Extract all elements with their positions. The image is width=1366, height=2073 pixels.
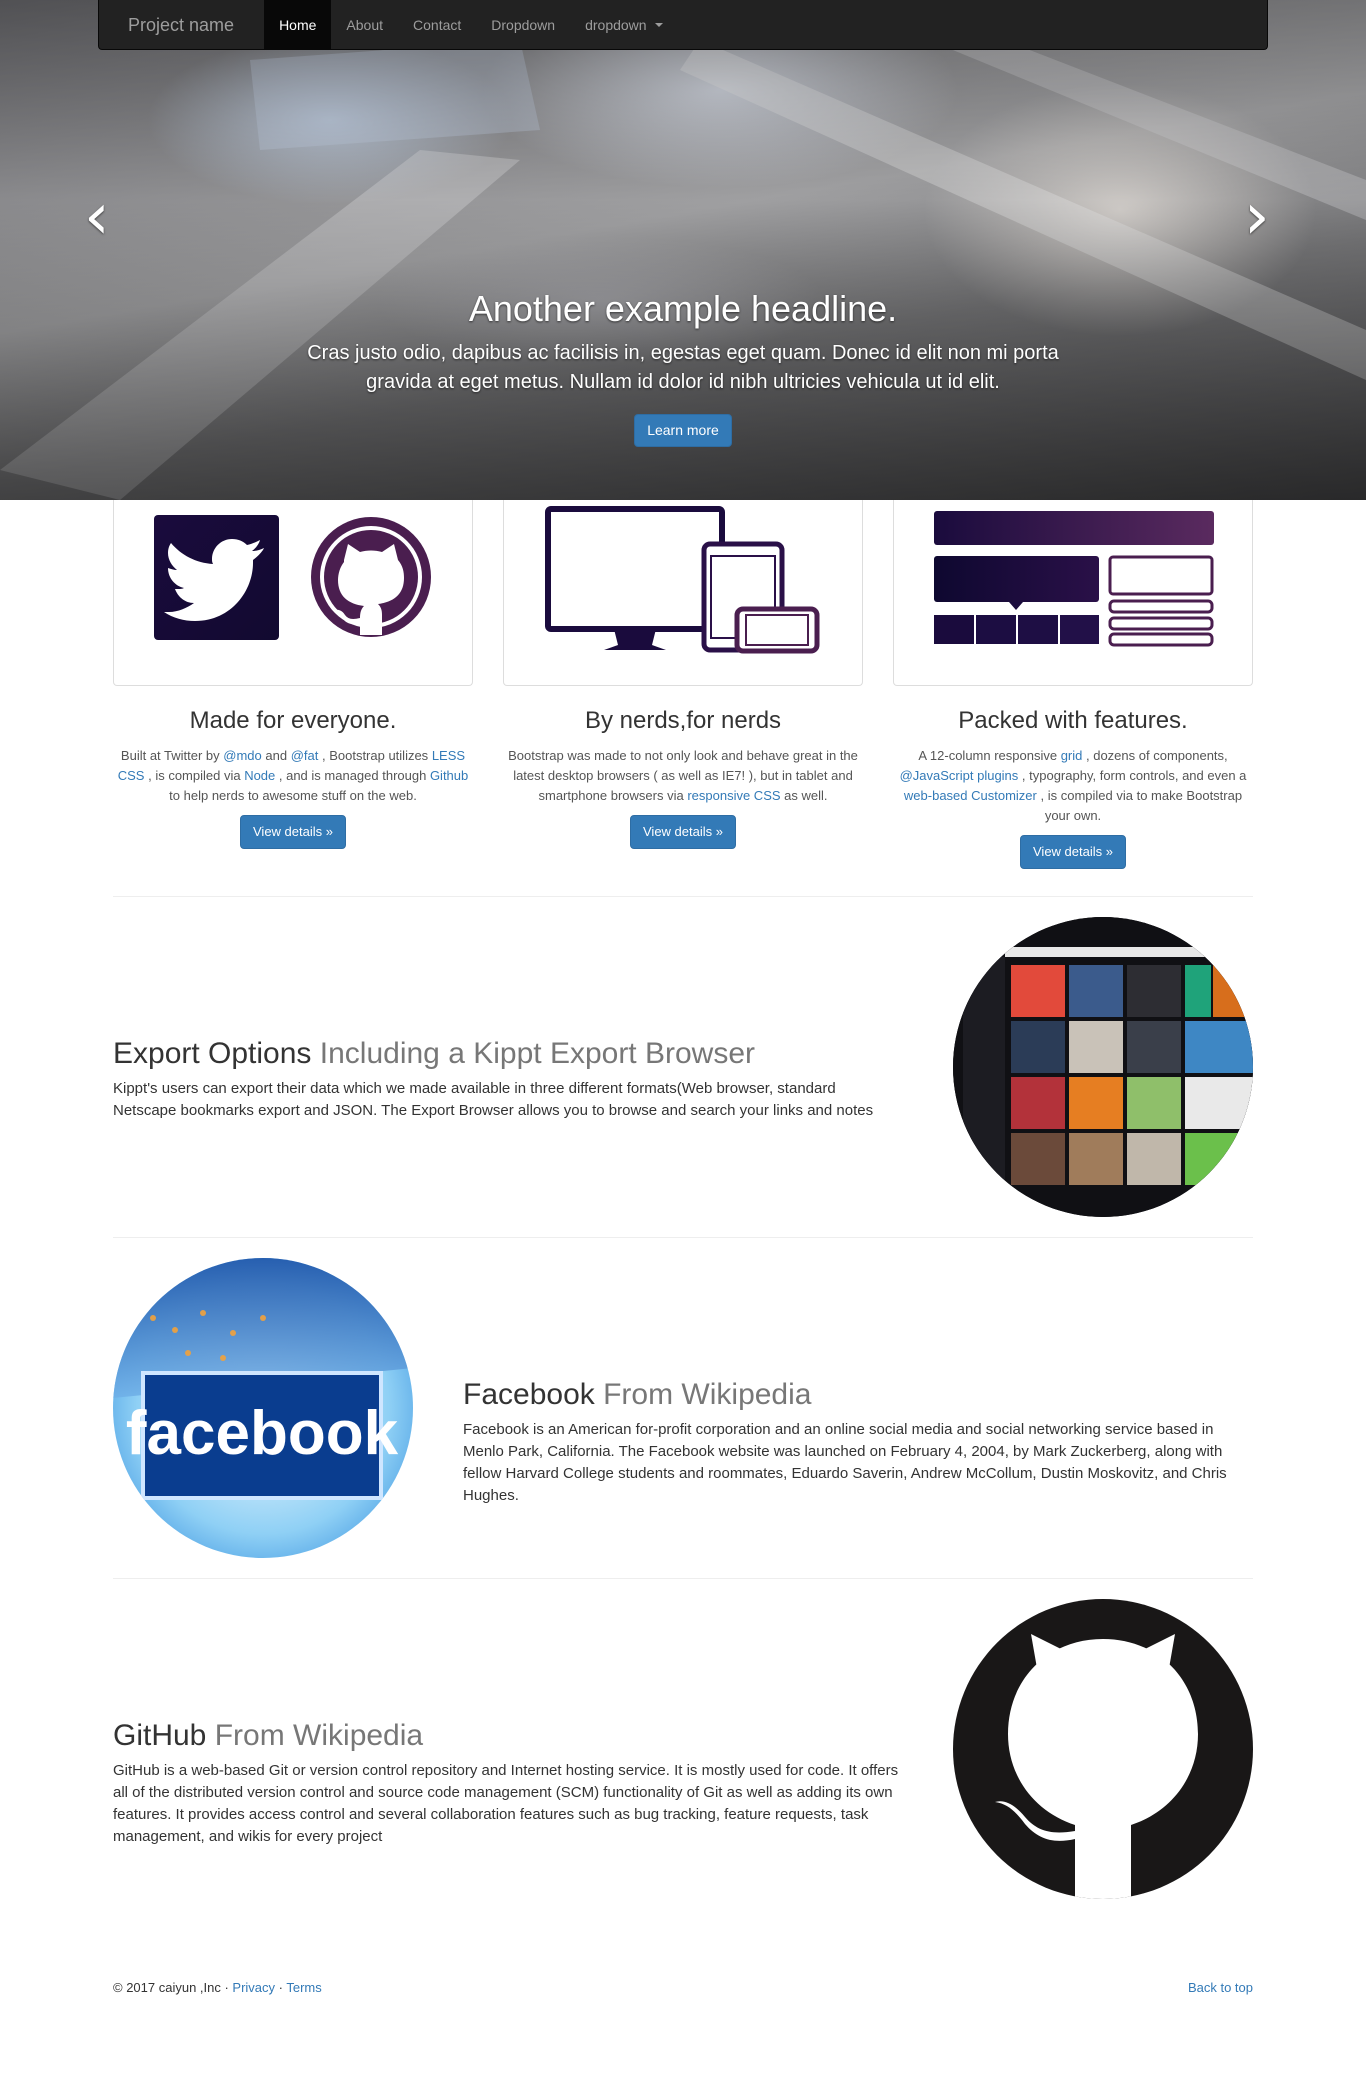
github-octocat-image	[953, 1599, 1253, 1899]
view-details-button[interactable]: View details »	[630, 815, 736, 849]
featurette-text: Facebook is an American for-profit corpo…	[463, 1421, 1227, 1504]
grid-link[interactable]: grid	[1061, 748, 1083, 763]
facebook-image: facebook	[113, 1258, 413, 1558]
customizer-link[interactable]: web-based Customizer	[904, 788, 1037, 803]
feature-description: Built at Twitter by @mdo and @fat , Boot…	[117, 748, 469, 803]
featurette-heading-muted: From Wikipedia	[214, 1719, 424, 1752]
view-details-button[interactable]: View details »	[240, 815, 346, 849]
github-octocat-icon	[995, 1634, 1198, 1899]
back-to-top-link[interactable]: Back to top	[1188, 1980, 1253, 1995]
feature-thumbnail	[503, 500, 863, 686]
layout-components-icon	[934, 511, 1214, 647]
responsive-devices-icon	[545, 506, 820, 654]
featurette-facebook: Facebook From Wikipedia Facebook is an A…	[463, 1377, 1253, 1507]
github-link[interactable]: Github	[430, 768, 468, 783]
github-icon	[311, 517, 431, 637]
top-navbar: Project name Home About Contact Dropdown…	[98, 0, 1268, 50]
feature-description: Bootstrap was made to not only look and …	[508, 748, 858, 803]
nav-item-home[interactable]: Home	[264, 0, 332, 50]
featurette-heading-muted: From Wikipedia	[603, 1378, 812, 1411]
feature-thumbnail	[893, 500, 1253, 686]
hero-carousel: ‹ › Another example headline. Cras justo…	[0, 0, 1366, 500]
carousel-text-line-1: Cras justo odio, dapibus ac facilisis in…	[307, 342, 1059, 364]
carousel-prev-icon[interactable]: ‹	[84, 185, 110, 249]
twitter-icon	[154, 515, 279, 640]
nav-item-dropdown[interactable]: Dropdown	[476, 0, 570, 50]
feature-thumbnail	[113, 500, 473, 686]
featurette-heading-muted: Including a Kippt Export Browser	[319, 1037, 756, 1070]
feature-column-everyone: Made for everyone. Built at Twitter by @…	[113, 500, 473, 849]
featurette-divider	[113, 896, 1253, 897]
featurette-heading: Facebook From Wikipedia	[463, 1378, 812, 1411]
copyright-text: © 2017 caiyun ,Inc ·	[113, 1980, 233, 1995]
navbar-brand[interactable]: Project name	[99, 0, 264, 50]
nav-item-about[interactable]: About	[331, 0, 398, 50]
nav-item-contact[interactable]: Contact	[398, 0, 476, 50]
feature-column-features: Packed with features. A 12-column respon…	[893, 500, 1253, 869]
carousel-text: Cras justo odio, dapibus ac facilisis in…	[260, 339, 1106, 397]
footer-separator: ·	[275, 1980, 287, 1995]
carousel-headline: Another example headline.	[468, 288, 898, 329]
kippt-screenshot-image	[953, 917, 1253, 1217]
footer-left: © 2017 caiyun ,Inc · Privacy · Terms	[113, 1980, 322, 1995]
page-footer: © 2017 caiyun ,Inc · Privacy · Terms Bac…	[113, 1980, 1253, 1995]
node-link[interactable]: Node	[244, 768, 275, 783]
featurette-text: Kippt's users can export their data whic…	[113, 1080, 874, 1119]
featurette-divider	[113, 1237, 1253, 1238]
javascript-plugins-link[interactable]: @JavaScript plugins	[900, 768, 1019, 783]
carousel-caption: Another example headline. Cras justo odi…	[260, 285, 1106, 447]
featurette-heading: Export Options Including a Kippt Export …	[113, 1037, 756, 1070]
featurette-export: Export Options Including a Kippt Export …	[113, 1036, 893, 1122]
carousel-next-icon[interactable]: ›	[1244, 185, 1270, 249]
facebook-logo-text: facebook	[126, 1399, 399, 1468]
featurette-github: GitHub From Wikipedia GitHub is a web-ba…	[113, 1718, 903, 1848]
mdo-link[interactable]: @mdo	[223, 748, 262, 763]
twitter-github-icons	[154, 515, 431, 640]
featurette-heading: GitHub From Wikipedia	[113, 1719, 424, 1752]
view-details-button[interactable]: View details »	[1020, 835, 1126, 869]
fat-link[interactable]: @fat	[291, 748, 319, 763]
terms-link[interactable]: Terms	[286, 1980, 321, 1995]
nav-dropdown-label: dropdown	[585, 16, 647, 33]
feature-column-nerds: By nerds,for nerds Bootstrap was made to…	[503, 500, 863, 849]
learn-more-button[interactable]: Learn more	[634, 414, 732, 447]
feature-description: A 12-column responsive grid , dozens of …	[899, 748, 1247, 823]
carousel-text-line-2: gravida at eget metus. Nullam id dolor i…	[366, 371, 1000, 393]
privacy-link[interactable]: Privacy	[232, 1980, 275, 1995]
feature-title: By nerds,for nerds	[584, 707, 782, 734]
caret-down-icon	[654, 22, 663, 27]
featurette-text: GitHub is a web-based Git or version con…	[113, 1762, 899, 1845]
feature-title: Packed with features.	[958, 707, 1188, 734]
responsive-css-link[interactable]: responsive CSS	[687, 788, 780, 803]
feature-title: Made for everyone.	[189, 707, 397, 734]
nav-item-dropdown-menu[interactable]: dropdown	[570, 0, 678, 50]
featurette-divider	[113, 1578, 1253, 1579]
